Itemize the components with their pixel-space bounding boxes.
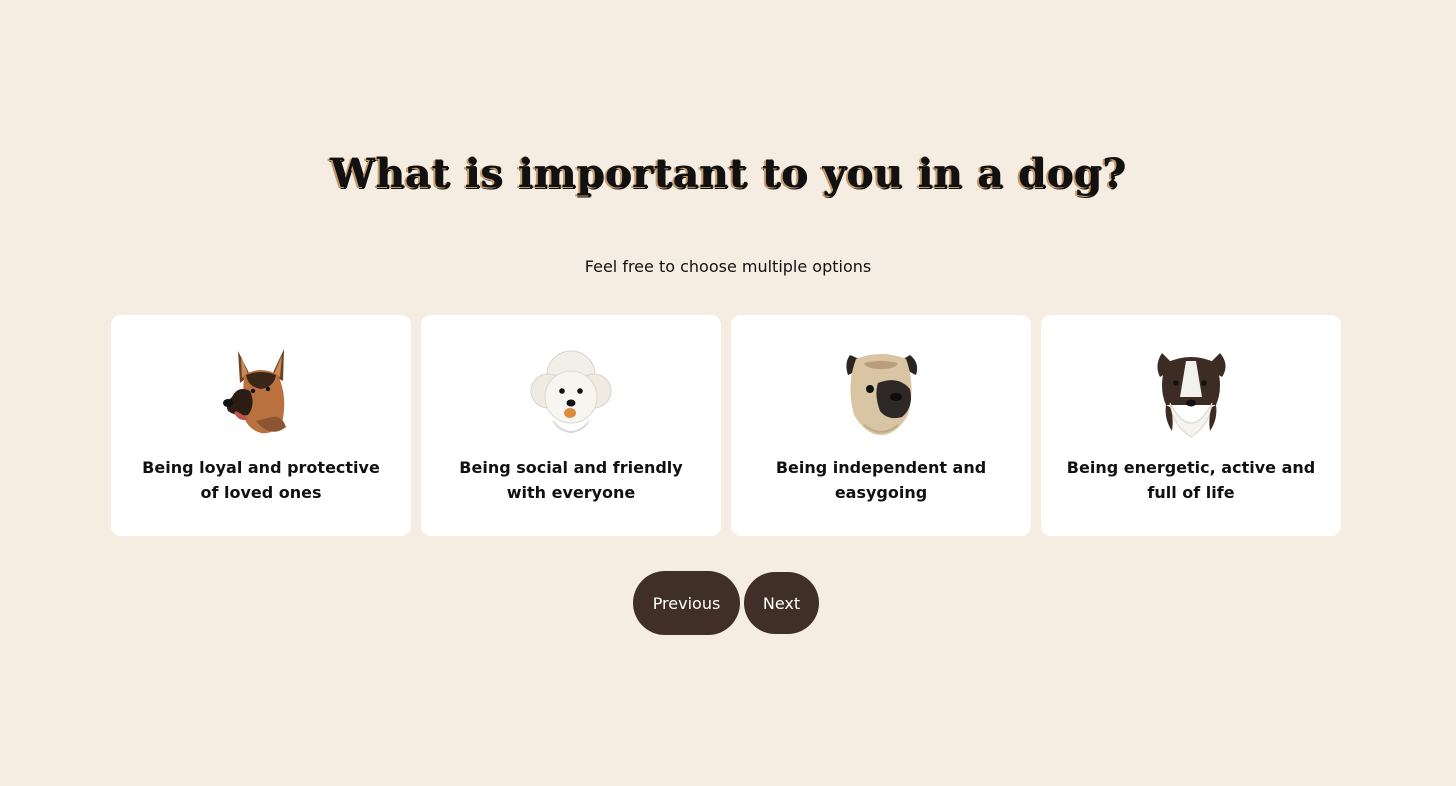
page-subtitle: Feel free to choose multiple options (584, 257, 872, 276)
option-label: Being social and friendly with everyone (459, 458, 683, 502)
quiz-navigation: Previous Next (633, 571, 819, 635)
option-label: Being loyal and protective of loved ones (142, 458, 380, 502)
option-card-loyal[interactable]: Being loyal and protective of loved ones (111, 315, 411, 536)
option-card-independent[interactable]: Being independent and easygoing (731, 315, 1031, 536)
option-card-energetic[interactable]: Being energetic, active and full of life (1041, 315, 1341, 536)
option-label: Being energetic, active and full of life (1066, 458, 1316, 502)
option-card-social[interactable]: Being social and friendly with everyone (421, 315, 721, 536)
border-collie-icon (1157, 353, 1226, 438)
next-button[interactable]: Next (744, 572, 819, 634)
option-label: Being independent and easygoing (775, 458, 987, 502)
page-title: What is important to you in a dog? (329, 150, 1127, 197)
pug-icon (846, 354, 918, 435)
previous-button[interactable]: Previous (633, 571, 740, 635)
bichon-frise-icon (530, 350, 612, 433)
options-grid: Being loyal and protective of loved ones… (111, 315, 1341, 536)
german-shepherd-icon (223, 349, 286, 434)
